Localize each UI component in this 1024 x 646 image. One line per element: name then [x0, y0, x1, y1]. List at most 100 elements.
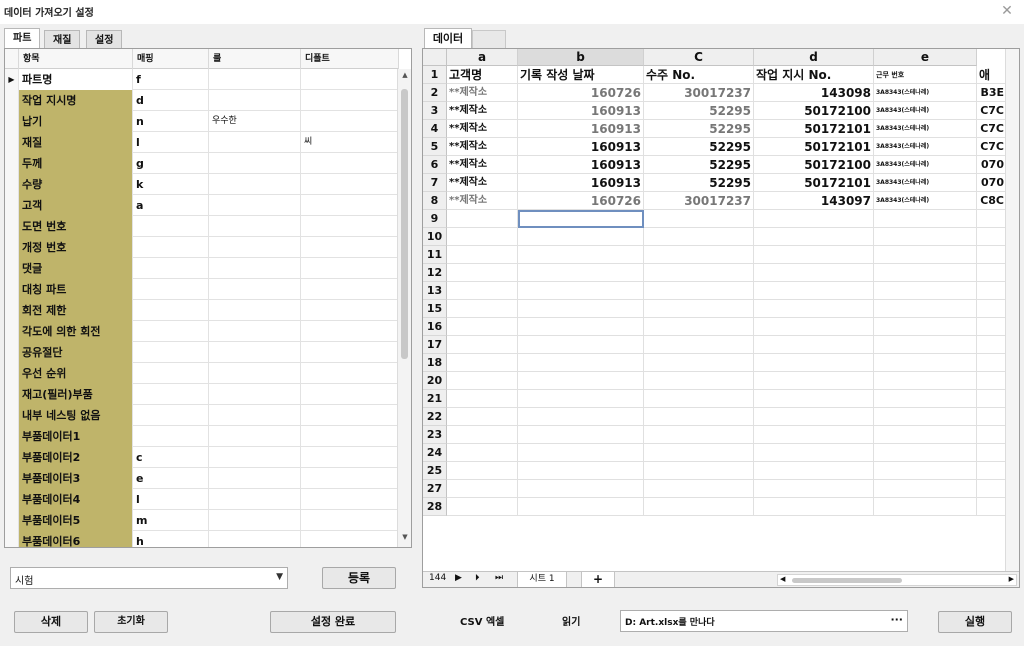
sheet-cell[interactable]	[447, 300, 518, 318]
default-cell[interactable]: 씨	[301, 132, 399, 153]
sheet-cell[interactable]	[754, 282, 874, 300]
sheet-cell[interactable]	[447, 318, 518, 336]
default-cell[interactable]	[301, 405, 399, 426]
row-header[interactable]: 20	[423, 372, 447, 390]
sheet-cell[interactable]: **제작소	[447, 174, 518, 192]
sheet-cell[interactable]: 52295	[644, 174, 754, 192]
sheet-cell[interactable]	[874, 210, 977, 228]
table-row[interactable]: 부품데이터3 e	[5, 468, 399, 489]
mapping-cell[interactable]: f	[133, 69, 209, 90]
item-name-cell[interactable]: 개정 번호	[19, 237, 133, 258]
sheet-cell[interactable]: **제작소	[447, 120, 518, 138]
default-cell[interactable]	[301, 216, 399, 237]
rule-cell[interactable]	[209, 237, 301, 258]
rule-cell[interactable]	[209, 426, 301, 447]
add-sheet-button[interactable]: +	[581, 572, 615, 587]
sheet-cell[interactable]	[644, 210, 754, 228]
default-cell[interactable]	[301, 111, 399, 132]
sheet-cell[interactable]	[977, 336, 1007, 354]
table-row[interactable]: 각도에 의한 회전	[5, 321, 399, 342]
sheet-cell[interactable]	[518, 390, 644, 408]
mapping-cell[interactable]	[133, 216, 209, 237]
default-cell[interactable]	[301, 153, 399, 174]
sheet-cell[interactable]: 수주 No.	[644, 66, 754, 84]
sheet-cell[interactable]	[977, 426, 1007, 444]
header-mapping[interactable]: 매핑	[133, 49, 209, 69]
sheet-cell[interactable]	[977, 498, 1007, 516]
spreadsheet[interactable]: a b Cd e 1 고객명 기록 작성 날짜 수주 No. 작업 지시 No. 근무 번호 애 2 *…	[422, 48, 1020, 588]
sheet-cell[interactable]	[518, 354, 644, 372]
sheet-cell[interactable]	[447, 408, 518, 426]
sheet-cell[interactable]	[644, 498, 754, 516]
row-indicator[interactable]	[5, 174, 19, 195]
mapping-cell[interactable]	[133, 237, 209, 258]
sheet-nav-play-icon[interactable]: ⏵	[475, 573, 480, 583]
row-header[interactable]: 5	[423, 138, 447, 156]
mapping-cell[interactable]	[133, 342, 209, 363]
sheet-cell[interactable]	[874, 264, 977, 282]
sheet-cell[interactable]	[518, 210, 644, 228]
rule-cell[interactable]	[209, 405, 301, 426]
sheet-cell[interactable]	[754, 318, 874, 336]
mapping-cell[interactable]: c	[133, 447, 209, 468]
sheet-cell[interactable]: **제작소	[447, 156, 518, 174]
tab-part[interactable]: 파트	[4, 28, 41, 50]
sheet-cell[interactable]	[644, 228, 754, 246]
row-header[interactable]: 1	[423, 66, 447, 84]
sheet-cell[interactable]: 160726	[518, 84, 644, 102]
sheet-cell[interactable]	[447, 498, 518, 516]
sheet-cell[interactable]	[754, 444, 874, 462]
table-row[interactable]: 납기 n 우수한	[5, 111, 399, 132]
mapping-cell[interactable]: e	[133, 468, 209, 489]
sheet-cell[interactable]	[447, 210, 518, 228]
sheet-cell[interactable]	[754, 372, 874, 390]
sheet-cell[interactable]	[518, 228, 644, 246]
sheet-cell[interactable]	[754, 210, 874, 228]
mapping-cell[interactable]	[133, 258, 209, 279]
sheet-cell[interactable]	[447, 390, 518, 408]
scroll-up-icon[interactable]: ▲	[398, 71, 411, 83]
sheet-cell[interactable]: 3A8343(스테나레)	[874, 102, 977, 120]
item-name-cell[interactable]: 두께	[19, 153, 133, 174]
sheet-cell[interactable]	[518, 372, 644, 390]
default-cell[interactable]	[301, 447, 399, 468]
item-name-cell[interactable]: 공유절단	[19, 342, 133, 363]
row-header[interactable]: 15	[423, 300, 447, 318]
default-cell[interactable]	[301, 321, 399, 342]
table-row[interactable]: 고객 a	[5, 195, 399, 216]
row-indicator[interactable]	[5, 132, 19, 153]
sheet-cell[interactable]: 52295	[644, 156, 754, 174]
sheet-cell[interactable]	[874, 300, 977, 318]
table-row[interactable]: 부품데이터5 m	[5, 510, 399, 531]
sheet-cell[interactable]	[754, 462, 874, 480]
row-header[interactable]: 10	[423, 228, 447, 246]
item-name-cell[interactable]: 부품데이터5	[19, 510, 133, 531]
sheet-cell[interactable]	[644, 462, 754, 480]
sheet-cell[interactable]	[754, 498, 874, 516]
sheet-cell[interactable]	[447, 354, 518, 372]
rule-cell[interactable]	[209, 174, 301, 195]
sheet-cell[interactable]: 160913	[518, 156, 644, 174]
row-indicator[interactable]	[5, 489, 19, 510]
mapping-cell[interactable]	[133, 279, 209, 300]
default-cell[interactable]	[301, 69, 399, 90]
rule-cell[interactable]	[209, 216, 301, 237]
row-header[interactable]: 8	[423, 192, 447, 210]
sheet-cell[interactable]	[874, 246, 977, 264]
row-indicator[interactable]	[5, 531, 19, 547]
scroll-down-icon[interactable]: ▼	[398, 533, 411, 545]
row-indicator[interactable]	[5, 237, 19, 258]
row-indicator[interactable]	[5, 405, 19, 426]
sheet-cell[interactable]	[977, 480, 1007, 498]
rule-cell[interactable]	[209, 153, 301, 174]
table-row[interactable]: 수량 k	[5, 174, 399, 195]
table-row[interactable]: 부품데이터4 l	[5, 489, 399, 510]
header-default[interactable]: 디폴트	[301, 49, 399, 69]
item-name-cell[interactable]: 파트명	[19, 69, 133, 90]
mapping-cell[interactable]	[133, 300, 209, 321]
item-name-cell[interactable]: 납기	[19, 111, 133, 132]
sheet-cell[interactable]: **제작소	[447, 192, 518, 210]
item-name-cell[interactable]: 회전 제한	[19, 300, 133, 321]
h-scroll-thumb[interactable]	[792, 578, 902, 583]
table-row[interactable]: 내부 네스팅 없음	[5, 405, 399, 426]
